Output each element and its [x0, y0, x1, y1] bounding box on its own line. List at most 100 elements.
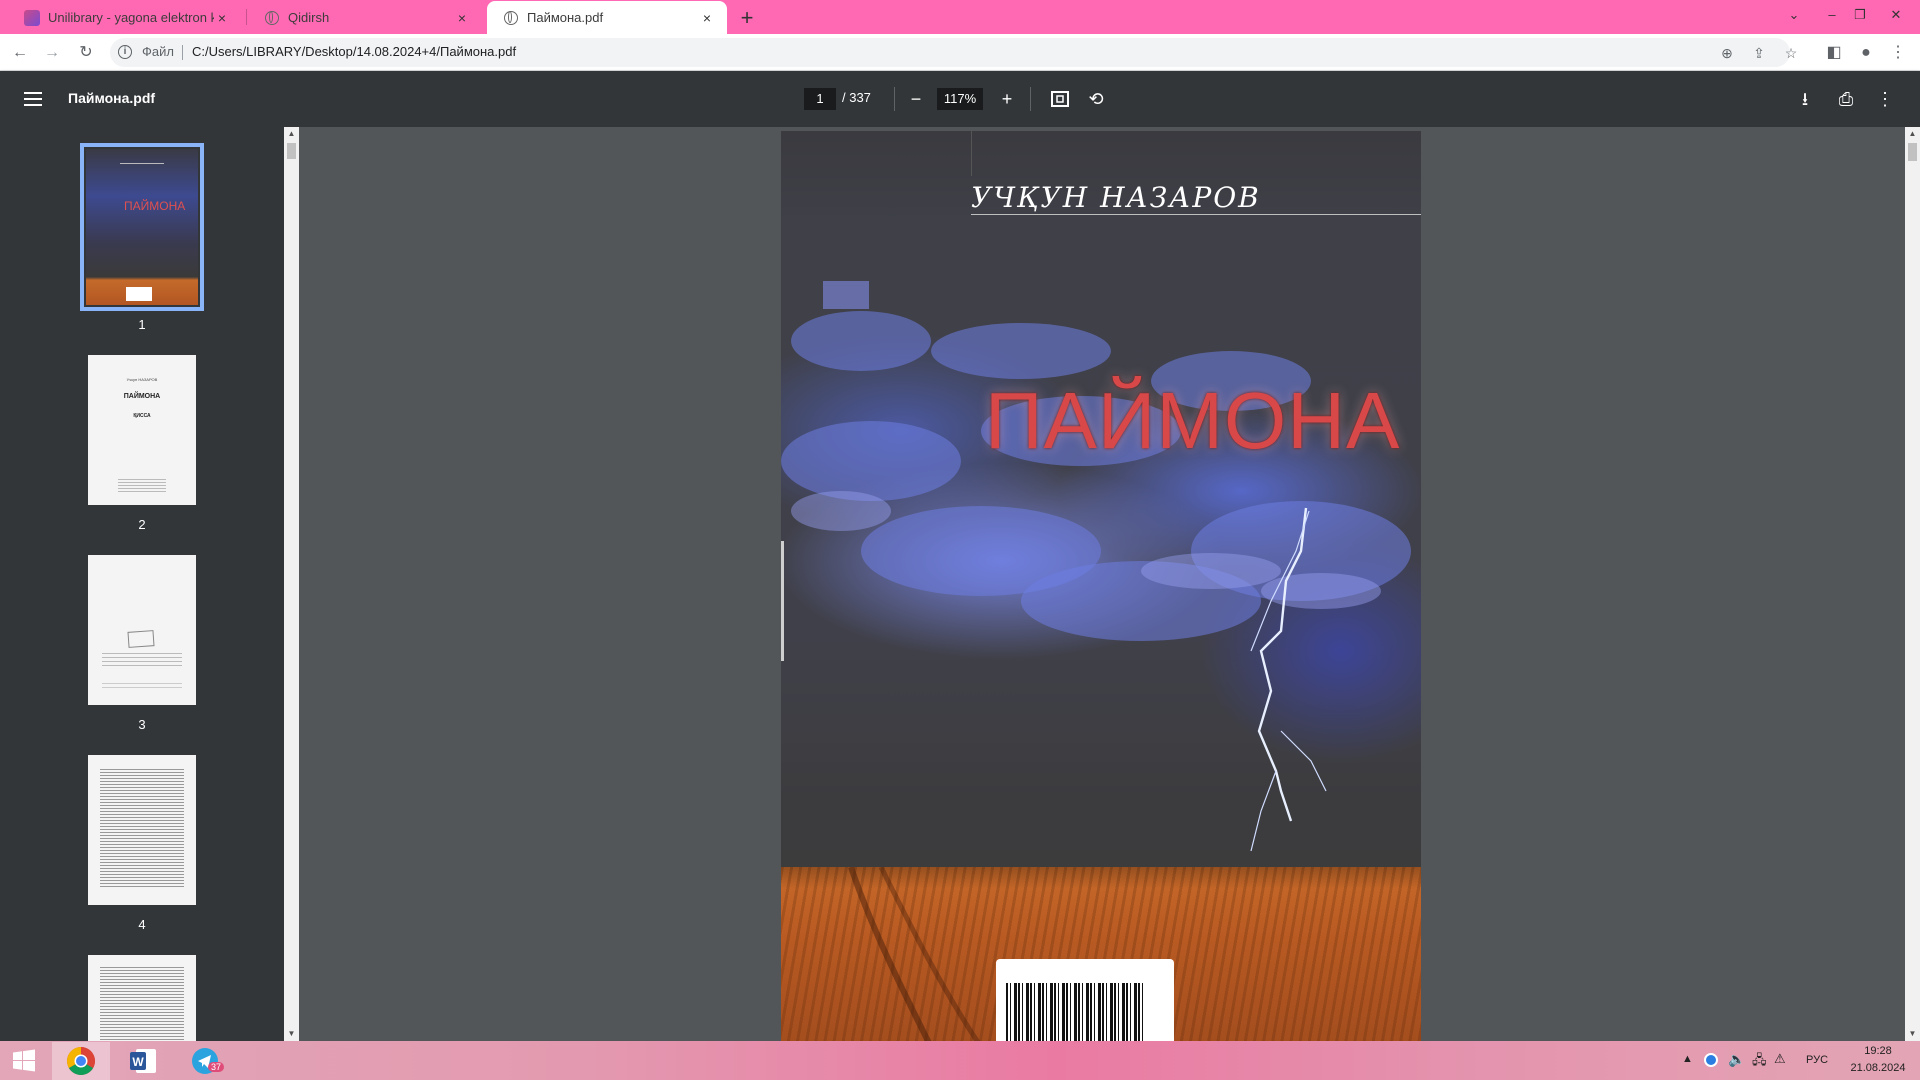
tab-title: Паймона.pdf: [527, 10, 604, 25]
toolbar-divider: [894, 87, 895, 111]
tab-title: Qidirsh: [288, 10, 330, 25]
cover-author: УЧҚУН НАЗАРОВ: [971, 181, 1261, 214]
cover-divider-line: [971, 131, 972, 176]
chrome-taskbar-icon[interactable]: [52, 1042, 110, 1080]
svg-text:W: W: [132, 1055, 144, 1069]
forward-button[interactable]: →: [38, 39, 66, 67]
thumb-text-genre: ҚИССА: [133, 413, 151, 419]
thumb-text-author: Учкун НАЗАРОВ: [126, 377, 158, 382]
zoom-level-input[interactable]: 117%: [937, 88, 983, 110]
tab-close-icon[interactable]: ×: [454, 10, 470, 26]
scrollbar-thumb[interactable]: [1908, 143, 1917, 161]
download-icon[interactable]: ⭳: [1791, 85, 1819, 113]
thumb-cover-title: ПАЙМОНА: [124, 199, 186, 213]
cover-divider-line: [971, 214, 1421, 215]
tab-search-icon[interactable]: ⌄: [1780, 0, 1808, 34]
windows-taskbar: W 37 ▲ 🔈 🖧 ⚠ РУС 19:28 21.08.2024: [0, 1041, 1920, 1080]
thumb-text-lines: [100, 769, 184, 889]
thumb-text-lines: [118, 479, 166, 493]
thumbnail-label: 3: [138, 717, 146, 732]
thumb-text-title: ПАЙМОНА: [123, 393, 161, 400]
more-actions-icon[interactable]: ⋮: [1871, 85, 1899, 113]
thumbnail-label: 1: [138, 317, 146, 332]
page-total: / 337: [842, 90, 871, 105]
tab-unilibrary[interactable]: Unilibrary - yagona elektron kutubxona ×: [8, 1, 242, 34]
reload-button[interactable]: ↻: [72, 39, 100, 67]
word-taskbar-icon[interactable]: W: [114, 1042, 172, 1080]
fit-to-page-icon[interactable]: [1046, 85, 1074, 113]
thumb-text-lines: [102, 683, 182, 691]
hamburger-menu-icon[interactable]: [22, 88, 44, 108]
notification-warning-icon[interactable]: ⚠: [1774, 1051, 1786, 1067]
tab-separator: [246, 9, 247, 25]
page-thumbnail-3[interactable]: [88, 555, 196, 705]
thumb-text-lines: [102, 653, 182, 667]
storm-clouds-illustration: [781, 281, 1411, 852]
thumbnail-sidebar: ПАЙМОНА 1 Учкун НАЗАРОВ ПАЙМОНА ҚИССА 2 …: [0, 127, 284, 1041]
restore-button[interactable]: ❐: [1846, 0, 1874, 34]
thumb-author-line: [120, 163, 164, 164]
network-icon[interactable]: 🖧: [1752, 1051, 1767, 1073]
rotate-icon[interactable]: ⟲: [1082, 85, 1110, 113]
sidebar-scrollbar[interactable]: ▲ ▼: [284, 127, 299, 1041]
thumb-text-lines: [100, 967, 184, 1041]
barcode: [996, 959, 1174, 1041]
thumb-barcode: [126, 287, 152, 301]
scroll-down-arrow-icon[interactable]: ▼: [284, 1029, 299, 1038]
zoom-in-button[interactable]: +: [993, 85, 1021, 113]
back-button[interactable]: ←: [6, 39, 34, 67]
page-thumbnail-5[interactable]: [88, 955, 196, 1041]
scroll-up-arrow-icon[interactable]: ▲: [1905, 129, 1920, 138]
tab-title: Unilibrary - yagona elektron kutubxona: [48, 10, 214, 25]
tab-paymona-pdf[interactable]: Паймона.pdf ×: [487, 1, 727, 34]
address-scheme-label: Файл: [142, 44, 174, 59]
pdf-filename: Паймона.pdf: [68, 90, 156, 106]
telegram-taskbar-icon[interactable]: 37: [176, 1042, 234, 1080]
tray-overflow-chevron-icon[interactable]: ▲: [1682, 1053, 1693, 1065]
clock-time[interactable]: 19:28: [1846, 1045, 1910, 1057]
windows-start-icon[interactable]: [0, 1042, 48, 1080]
page-thumbnail-2[interactable]: Учкун НАЗАРОВ ПАЙМОНА ҚИССА: [88, 355, 196, 505]
cover-title: ПАЙМОНА: [985, 376, 1401, 465]
scrollbar-thumb[interactable]: [287, 143, 296, 159]
clock-date[interactable]: 21.08.2024: [1846, 1062, 1910, 1074]
thumbnail-label: 4: [138, 917, 146, 932]
language-indicator[interactable]: РУС: [1806, 1054, 1828, 1066]
tray-app-icon[interactable]: [1704, 1053, 1718, 1067]
zoom-out-button[interactable]: −: [902, 85, 930, 113]
unilibrary-favicon-icon: [24, 9, 40, 26]
pdf-toolbar: Паймона.pdf 1 / 337 − 117% + ⟲ ⭳ ⎙ ⋮: [0, 71, 1920, 127]
scroll-down-arrow-icon[interactable]: ▼: [1905, 1029, 1920, 1038]
new-tab-button[interactable]: +: [735, 6, 759, 30]
tab-close-icon[interactable]: ×: [699, 10, 715, 26]
tab-qidirsh[interactable]: Qidirsh ×: [248, 1, 482, 34]
scroll-up-arrow-icon[interactable]: ▲: [284, 129, 299, 138]
address-url[interactable]: C:/Users/LIBRARY/Desktop/14.08.2024+4/Па…: [192, 44, 516, 59]
globe-icon: [264, 10, 280, 26]
viewer-scrollbar[interactable]: ▲ ▼: [1905, 127, 1920, 1041]
pdf-page-1[interactable]: УЧҚУН НАЗАРОВ ПАЙМОНА: [781, 131, 1421, 1041]
minimize-button[interactable]: –: [1818, 0, 1846, 34]
bookmark-star-icon[interactable]: ☆: [1780, 42, 1802, 64]
side-panel-icon[interactable]: ◧: [1820, 39, 1848, 67]
page-thumbnail-4[interactable]: [88, 755, 196, 905]
volume-icon[interactable]: 🔈: [1728, 1051, 1745, 1068]
cover-spine-mark: [781, 541, 784, 661]
browser-toolbar: ← → ↻ i Файл C:/Users/LIBRARY/Desktop/14…: [0, 34, 1920, 71]
info-icon[interactable]: i: [118, 45, 132, 59]
print-icon[interactable]: ⎙: [1832, 85, 1860, 113]
globe-icon: [503, 10, 519, 26]
share-icon[interactable]: ⇪: [1748, 42, 1770, 64]
close-window-button[interactable]: ✕: [1882, 0, 1910, 34]
profile-avatar-icon[interactable]: ●: [1852, 39, 1880, 67]
zoom-icon[interactable]: ⊕: [1716, 42, 1738, 64]
page-thumbnail-1[interactable]: ПАЙМОНА: [80, 143, 204, 311]
tab-close-icon[interactable]: ×: [214, 10, 230, 26]
chrome-menu-icon[interactable]: ⋮: [1884, 39, 1912, 67]
tab-strip: Unilibrary - yagona elektron kutubxona ×…: [0, 0, 1920, 34]
toolbar-divider: [1030, 87, 1031, 111]
page-number-input[interactable]: 1: [804, 88, 836, 110]
telegram-unread-badge: 37: [208, 1062, 225, 1072]
address-bar[interactable]: i Файл C:/Users/LIBRARY/Desktop/14.08.20…: [110, 38, 1797, 67]
thumbnail-label: 2: [138, 517, 146, 532]
